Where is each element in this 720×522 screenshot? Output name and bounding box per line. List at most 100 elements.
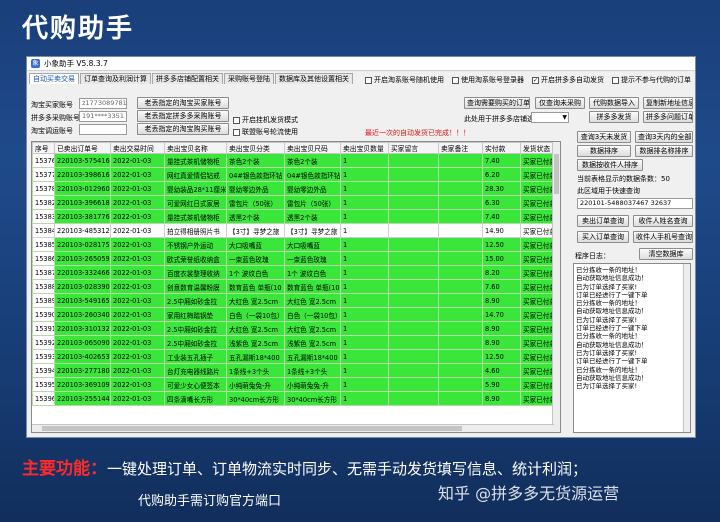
cell-msg: [388, 349, 439, 364]
query-sell-order-button[interactable]: 卖出订单查询: [577, 215, 629, 227]
query-3to7-button[interactable]: 查询3天内的全部: [635, 131, 693, 143]
cell-idx: 15386: [32, 251, 55, 266]
grid-vscrollbar[interactable]: [552, 142, 560, 432]
sort-data-button[interactable]: 数据排序: [577, 145, 631, 157]
alipay-account-input[interactable]: [79, 124, 127, 135]
chk-hint-nonproxy[interactable]: 提示不参与代购的订单: [612, 75, 691, 85]
grid-vscroll-thumb[interactable]: [554, 154, 559, 194]
grid-hscroll-thumb[interactable]: [42, 426, 462, 431]
table-row[interactable]: 15378 220103-0129604 2022-01-03 婴幼装品28*11厘米…: [32, 181, 555, 196]
cell-name: 工业装五孔插子: [164, 349, 227, 364]
col-qty[interactable]: 卖出宝贝数量: [340, 142, 389, 154]
chk-rotate-account[interactable]: 联盟账号轮流使用: [233, 127, 298, 137]
tab-pdd-config[interactable]: 拼多多店铺配置相关: [152, 73, 223, 84]
cell-name: 网红真爱情侣钻戒: [164, 167, 227, 182]
col-time[interactable]: 卖出交易时间: [110, 142, 165, 154]
table-row[interactable]: 15384 220103-4853124 2022-01-03 拍立得相册照片书 【3寸…: [32, 223, 555, 238]
cell-cat: 小纯萌兔兔-升: [226, 377, 285, 392]
query-order-button[interactable]: 查询需要购买的订单: [464, 97, 530, 109]
cell-pay: 6.30: [482, 195, 521, 210]
clear-db-button[interactable]: 清空数据库: [639, 248, 693, 260]
specify-pdd-button[interactable]: 老丢指定拼多多采购账号: [137, 110, 229, 122]
pdd-account-input[interactable]: 191****3351: [79, 111, 127, 122]
table-row[interactable]: 15391 220103-3101321 2022-01-03 2.5中厢如砂金拉 大红…: [32, 321, 555, 336]
buyer-account-input[interactable]: z1773089781: [79, 98, 127, 109]
cell-idx: 15395: [32, 377, 55, 392]
col-msg[interactable]: 买家留言: [388, 142, 439, 154]
cell-status: 买家已付款: [520, 363, 555, 378]
chk-hang-ship[interactable]: 开启挂机发货模式: [233, 115, 298, 125]
cell-qty: 1: [340, 181, 389, 196]
log-scrollbar[interactable]: [683, 264, 690, 432]
cell-cat: 雷包片（50张）: [226, 195, 285, 210]
query-3days-button[interactable]: 查询3天未发货: [577, 131, 631, 143]
table-row[interactable]: 15388 220103-0283902 2022-01-03 创意数育温馨粉膜 数育蓝…: [32, 279, 555, 294]
cell-name: 量挂式茶机储物柜: [164, 153, 227, 168]
chk-taobao-login[interactable]: 使用淘系账号登录器: [452, 75, 524, 85]
quick-query-input[interactable]: 220101-5488037467 32637: [577, 198, 693, 209]
log-line: 已为订单选择了买家!: [576, 282, 638, 291]
col-size[interactable]: 卖出宝贝尺码: [284, 142, 341, 154]
cell-msg: [388, 251, 439, 266]
table-row[interactable]: 15392 220103-0650906 2022-01-03 2.5中厢如砂金拉 浅紫…: [32, 335, 555, 350]
cell-size: 1条线+3个头: [284, 363, 341, 378]
sort-by-name-button[interactable]: 数据排名称排序: [635, 145, 693, 157]
table-row[interactable]: 15382 220103-3966187 2022-01-03 可爱网红日式家居 雷包片…: [32, 195, 555, 210]
table-row[interactable]: 15394 220103-2771806 2022-01-03 台灯充电器线路片 1条线…: [32, 363, 555, 378]
cell-qty: 1: [340, 195, 389, 210]
table-row[interactable]: 15389 220103-5491656 2022-01-03 2.5中厢如砂金拉 大红…: [32, 293, 555, 308]
tab-purchase-login[interactable]: 采购账号登陆: [224, 73, 274, 84]
table-row[interactable]: 15390 220103-2603405 2022-01-03 家用红梅踏锅垫 白色（一…: [32, 307, 555, 322]
cell-qty: 1: [340, 265, 389, 280]
table-row[interactable]: 15393 220103-4026531 2022-01-03 工业装五孔插子 五孔漏斯…: [32, 349, 555, 364]
query-receiver-name-button[interactable]: 收件人姓名查询: [633, 215, 693, 227]
table-row[interactable]: 15376 220103-5754164 2022-01-03 量挂式茶机储物柜 茶色2…: [32, 153, 555, 168]
chk-pdd-autoship[interactable]: ✓ 开启拼多多自动发货: [532, 75, 604, 85]
store-select[interactable]: ▼: [531, 112, 569, 123]
col-order[interactable]: 已卖出订单号: [54, 142, 111, 154]
copy-address-button[interactable]: 复制新地址信息: [643, 97, 693, 109]
cell-note: [438, 195, 483, 210]
chk-random-taobao[interactable]: 开启淘系账号随机使用: [365, 75, 444, 85]
cell-note: [438, 307, 483, 322]
cell-idx: 15393: [32, 349, 55, 364]
query-buy-order-button[interactable]: 买入订单查询: [577, 231, 629, 243]
cell-pay: 15.00: [482, 251, 521, 266]
grid-hscrollbar[interactable]: [32, 424, 554, 432]
col-idx[interactable]: 序号: [32, 142, 55, 154]
cell-note: [438, 377, 483, 392]
cell-order: 220103-3966187: [54, 195, 111, 210]
table-row[interactable]: 15387 220103-3324662 2022-01-03 百度衣裳整理收纳 1个 …: [32, 265, 555, 280]
cell-msg: [388, 167, 439, 182]
cell-status: 买家已付款: [520, 391, 555, 406]
col-pay[interactable]: 实付款: [482, 142, 521, 154]
cell-note: [438, 251, 483, 266]
col-name[interactable]: 卖出宝贝名称: [164, 142, 227, 154]
col-status[interactable]: 发货状态: [520, 142, 555, 154]
tab-auto-trade[interactable]: 自动买卖交易: [29, 73, 79, 84]
cell-size: 1个 波纹白色: [284, 265, 341, 280]
col-note[interactable]: 卖家备注: [438, 142, 483, 154]
specify-alipay-button[interactable]: 老丢指定的淘宝购买账号: [137, 123, 229, 135]
specify-buyer-button[interactable]: 老丢指定的淘宝买家账号: [137, 97, 229, 109]
query-receiver-phone-button[interactable]: 收件人手机号查询: [633, 231, 693, 243]
cell-qty: 1: [340, 391, 389, 406]
table-row[interactable]: 15377 220103-3986162 2022-01-03 网红真爱情侣钻戒 04#…: [32, 167, 555, 182]
import-data-button[interactable]: 代购数据导入: [589, 97, 639, 109]
table-row[interactable]: 15386 220103-2650598 2022-01-03 欧式荣誉纸收纳盒 一束蓝…: [32, 251, 555, 266]
table-row[interactable]: 15395 220103-3691095 2022-01-03 可爱少女心便签本 小纯萌…: [32, 377, 555, 392]
sort-by-receiver-button[interactable]: 数据按收件人排序: [577, 159, 643, 171]
col-cat[interactable]: 卖出宝贝分类: [226, 142, 285, 154]
table-row[interactable]: 15385 220103-0281752 2022-01-03 不锈钢户外运动 大口吸嘴…: [32, 237, 555, 252]
cell-name: 可爱少女心便签本: [164, 377, 227, 392]
table-row[interactable]: 15396 220103-2551441 2022-01-03 四条滴嘴长方形 30*4…: [32, 391, 555, 406]
pdd-ship-button[interactable]: 拼多多发货: [589, 111, 639, 123]
only-unsourced-button[interactable]: 仅查询未采购: [535, 97, 585, 109]
cell-order: 220103-5491656: [54, 293, 111, 308]
cell-order: 220103-4853124: [54, 223, 111, 238]
app-window: 象 小象助手 V5.8.3.7 自动买卖交易 订单查询及利润计算 拼多多店铺配置…: [26, 56, 696, 438]
pdd-problem-button[interactable]: 拼多多问题订单: [643, 111, 693, 123]
tab-order-query[interactable]: 订单查询及利润计算: [80, 73, 151, 84]
tab-db-settings[interactable]: 数据库及其他设置相关: [275, 73, 353, 84]
table-row[interactable]: 15383 220103-3817766 2022-01-03 量挂式茶机储物柜 透黑2…: [32, 209, 555, 224]
